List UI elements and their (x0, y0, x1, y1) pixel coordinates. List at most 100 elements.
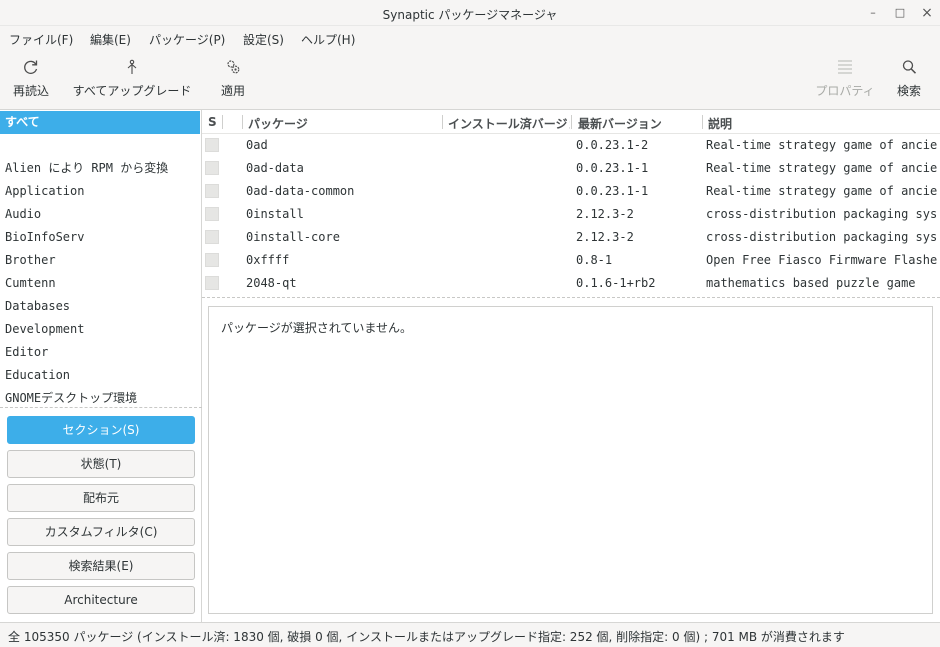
menu-file[interactable]: ファイル(F) (9, 31, 73, 48)
section-item-development[interactable]: Development (0, 318, 200, 341)
section-list: すべて Alien により RPM から変換 Application Audio… (0, 110, 202, 408)
filter-origin-button[interactable]: 配布元 (7, 484, 195, 512)
latest-version: 0.0.23.1-1 (576, 184, 649, 198)
title-bar: Synaptic パッケージマネージャ – □ × (0, 0, 940, 26)
menu-package[interactable]: パッケージ(P) (149, 31, 225, 48)
package-name: 0ad (246, 138, 268, 152)
package-details-panel: パッケージが選択されていません。 (208, 306, 933, 614)
upgrade-icon (127, 59, 137, 74)
package-name: 2048-qt (246, 276, 297, 290)
menu-edit[interactable]: 編集(E) (90, 31, 131, 48)
package-name: 0ad-data (246, 161, 304, 175)
section-item-gnome[interactable]: GNOMEデスクトップ環境 (0, 387, 200, 410)
header-installed-version[interactable]: インストール済バージョン (448, 115, 570, 132)
status-checkbox[interactable] (205, 161, 219, 175)
menu-settings[interactable]: 設定(S) (243, 31, 284, 48)
section-item-all[interactable]: すべて (0, 111, 200, 134)
package-description: mathematics based puzzle game (706, 276, 916, 290)
main-panel: S パッケージ インストール済バージョン 最新バージョン 説明 0ad 0.0.… (202, 110, 940, 622)
apply-label: 適用 (220, 84, 245, 98)
latest-version: 2.12.3-2 (576, 230, 634, 244)
section-item-alien[interactable]: Alien により RPM から変換 (0, 157, 200, 180)
latest-version: 0.1.6-1+rb2 (576, 276, 656, 290)
section-item-education[interactable]: Education (0, 364, 200, 387)
section-item-bioinfoserv[interactable]: BioInfoServ (0, 226, 200, 249)
reload-icon (24, 60, 38, 75)
package-name: 0xffff (246, 253, 290, 267)
table-row[interactable]: 0ad-data 0.0.23.1-1 Real-time strategy g… (202, 157, 940, 180)
table-row[interactable]: 0install-core 2.12.3-2 cross-distributio… (202, 226, 940, 249)
upgrade-all-button[interactable]: すべてアップグレード (70, 58, 194, 99)
menu-bar: ファイル(F) 編集(E) パッケージ(P) 設定(S) ヘルプ(H) (0, 26, 940, 50)
table-row[interactable]: 0ad-data-common 0.0.23.1-1 Real-time str… (202, 180, 940, 203)
header-separator[interactable] (702, 115, 703, 129)
filter-status-button[interactable]: 状態(T) (7, 450, 195, 478)
sidebar: すべて Alien により RPM から変換 Application Audio… (0, 110, 202, 622)
header-separator[interactable] (222, 115, 223, 129)
header-separator[interactable] (242, 115, 243, 129)
apply-gears-icon (227, 60, 240, 74)
header-latest-version[interactable]: 最新バージョン (578, 115, 662, 132)
section-item-databases[interactable]: Databases (0, 295, 200, 318)
upgrade-all-label: すべてアップグレード (72, 84, 192, 98)
reload-button[interactable]: 再読込 (5, 58, 57, 99)
latest-version: 0.8-1 (576, 253, 613, 267)
minimize-button[interactable]: – (862, 3, 884, 23)
section-item-cumtenn[interactable]: Cumtenn (0, 272, 200, 295)
table-row[interactable]: 0install 2.12.3-2 cross-distribution pac… (202, 203, 940, 226)
filter-search-results-button[interactable]: 検索結果(E) (7, 552, 195, 580)
section-item-audio[interactable]: Audio (0, 203, 200, 226)
status-checkbox[interactable] (205, 276, 219, 290)
filter-custom-button[interactable]: カスタムフィルタ(C) (7, 518, 195, 546)
package-description: Real-time strategy game of ancient warfa… (706, 138, 938, 152)
reload-label: 再読込 (12, 84, 49, 98)
filter-architecture-button[interactable]: Architecture (7, 586, 195, 614)
section-item-blank[interactable] (0, 134, 200, 157)
search-button[interactable]: 検索 (890, 58, 928, 99)
package-description: Real-time strategy game of ancient warfa… (706, 161, 938, 175)
package-description: cross-distribution packaging system (non… (706, 230, 938, 244)
status-bar: 全 105350 パッケージ (インストール済: 1830 個, 破損 0 個,… (0, 622, 940, 647)
search-label: 検索 (896, 84, 921, 98)
close-button[interactable]: × (916, 3, 938, 23)
status-checkbox[interactable] (205, 207, 219, 221)
section-item-brother[interactable]: Brother (0, 249, 200, 272)
status-checkbox[interactable] (205, 184, 219, 198)
package-description: Real-time strategy game of ancient warfa… (706, 184, 938, 198)
package-description: cross-distribution packaging system (706, 207, 938, 221)
package-description: Open Free Fiasco Firmware Flasher (706, 253, 938, 267)
maximize-button[interactable]: □ (889, 3, 911, 23)
header-status[interactable]: S (208, 115, 217, 129)
toolbar: 再読込 すべてアップグレード 適用 プロパティ 検索 (0, 50, 940, 110)
package-name: 0ad-data-common (246, 184, 355, 198)
header-separator[interactable] (442, 115, 443, 129)
header-description[interactable]: 説明 (708, 115, 732, 132)
table-row[interactable]: 2048-qt 0.1.6-1+rb2 mathematics based pu… (202, 272, 940, 295)
table-header: S パッケージ インストール済バージョン 最新バージョン 説明 (202, 110, 940, 134)
properties-button[interactable]: プロパティ (810, 58, 880, 99)
status-checkbox[interactable] (205, 230, 219, 244)
status-checkbox[interactable] (205, 138, 219, 152)
apply-button[interactable]: 適用 (212, 58, 254, 99)
latest-version: 2.12.3-2 (576, 207, 634, 221)
section-item-editor[interactable]: Editor (0, 341, 200, 364)
properties-label: プロパティ (815, 84, 875, 98)
properties-icon (838, 60, 852, 74)
status-text: 全 105350 パッケージ (インストール済: 1830 個, 破損 0 個,… (8, 630, 845, 644)
latest-version: 0.0.23.1-1 (576, 161, 649, 175)
menu-help[interactable]: ヘルプ(H) (301, 31, 355, 48)
search-icon (902, 60, 917, 74)
latest-version: 0.0.23.1-2 (576, 138, 649, 152)
window-title: Synaptic パッケージマネージャ (382, 8, 558, 22)
package-name: 0install (246, 207, 304, 221)
section-item-application[interactable]: Application (0, 180, 200, 203)
header-package[interactable]: パッケージ (248, 115, 308, 132)
filter-sections-button[interactable]: セクション(S) (7, 416, 195, 444)
header-separator[interactable] (571, 115, 572, 129)
status-checkbox[interactable] (205, 253, 219, 267)
table-row[interactable]: 0xffff 0.8-1 Open Free Fiasco Firmware F… (202, 249, 940, 272)
package-table: S パッケージ インストール済バージョン 最新バージョン 説明 0ad 0.0.… (202, 110, 940, 298)
table-row[interactable]: 0ad 0.0.23.1-2 Real-time strategy game o… (202, 134, 940, 157)
no-selection-message: パッケージが選択されていません。 (221, 321, 413, 335)
package-name: 0install-core (246, 230, 340, 244)
